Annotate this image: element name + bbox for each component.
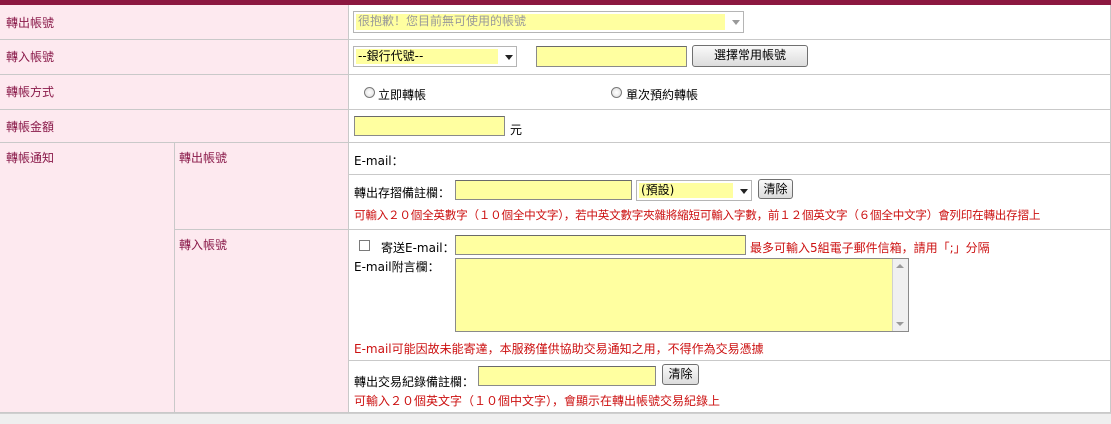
from-account-select[interactable]: 很抱歉！您目前無可使用的帳號: [353, 11, 744, 33]
email-hint: 最多可輸入5組電子郵件信箱，請用「;」分隔: [750, 241, 990, 255]
immediate-transfer-radio[interactable]: [364, 87, 375, 98]
to-account-number-input[interactable]: [536, 46, 687, 67]
bottom-bar: [0, 413, 1111, 424]
notify-from-label: 轉出帳號: [179, 151, 228, 165]
bank-code-select[interactable]: --銀行代號--: [353, 46, 517, 67]
amount-unit: 元: [510, 123, 523, 137]
method-value-cell: [349, 75, 1111, 110]
method-label: 轉帳方式: [6, 85, 55, 99]
record-note-input[interactable]: [478, 366, 656, 386]
scheduled-transfer-radio[interactable]: [611, 87, 622, 98]
scroll-down-icon[interactable]: [896, 322, 904, 326]
record-note-label: 轉出交易紀錄備註欄：: [354, 375, 475, 389]
immediate-transfer-label[interactable]: 立即轉帳: [378, 86, 426, 103]
passbook-preset-select-text: (預設): [639, 183, 733, 198]
notify-label: 轉帳通知: [6, 151, 55, 165]
passbook-clear-button[interactable]: 清除: [758, 179, 793, 199]
notify-to-label-cell: [175, 230, 349, 413]
scheduled-transfer-label[interactable]: 單次預約轉帳: [626, 86, 698, 103]
chevron-down-icon: [505, 54, 513, 60]
to-email-input[interactable]: [455, 235, 746, 255]
notify-from-email-label: E-mail：: [354, 154, 404, 168]
textarea-scrollbar[interactable]: [892, 259, 908, 331]
email-message-textarea[interactable]: [455, 258, 909, 332]
record-note-clear-button[interactable]: 清除: [662, 364, 699, 385]
from-account-select-text: 很抱歉！您目前無可使用的帳號: [356, 14, 725, 30]
notify-label-cell: [0, 143, 175, 413]
passbook-note-input[interactable]: [455, 180, 632, 200]
amount-label: 轉帳金額: [6, 120, 55, 134]
record-note-hint: 可輸入２０個英文字（１０個中文字），會顯示在轉出帳號交易紀錄上: [354, 394, 721, 408]
bank-code-select-text: --銀行代號--: [356, 49, 498, 64]
from-account-label: 轉出帳號: [6, 16, 55, 30]
passbook-preset-select[interactable]: (預設): [636, 180, 752, 201]
to-account-label: 轉入帳號: [6, 50, 55, 64]
amount-input[interactable]: [354, 116, 505, 136]
scroll-up-icon[interactable]: [896, 264, 904, 268]
choose-common-account-button[interactable]: 選擇常用帳號: [692, 45, 808, 67]
passbook-note-label: 轉出存摺備註欄：: [354, 186, 451, 200]
notify-from-email-cell: [349, 143, 1111, 175]
send-email-label: 寄送E-mail：: [381, 241, 455, 255]
chevron-down-icon: [740, 188, 748, 194]
email-disclaimer: E-mail可能因故未能寄達，本服務僅供協助交易通知之用，不得作為交易憑據: [354, 342, 764, 356]
notify-to-label: 轉入帳號: [179, 238, 228, 252]
send-email-checkbox[interactable]: [359, 240, 370, 251]
chevron-down-icon: [732, 20, 740, 25]
passbook-hint: 可輸入２０個全英數字（１０個全中文字），若中英文數字夾雜將縮短可輸入字數，前１２…: [354, 208, 1041, 222]
email-message-label: E-mail附言欄：: [354, 260, 440, 274]
